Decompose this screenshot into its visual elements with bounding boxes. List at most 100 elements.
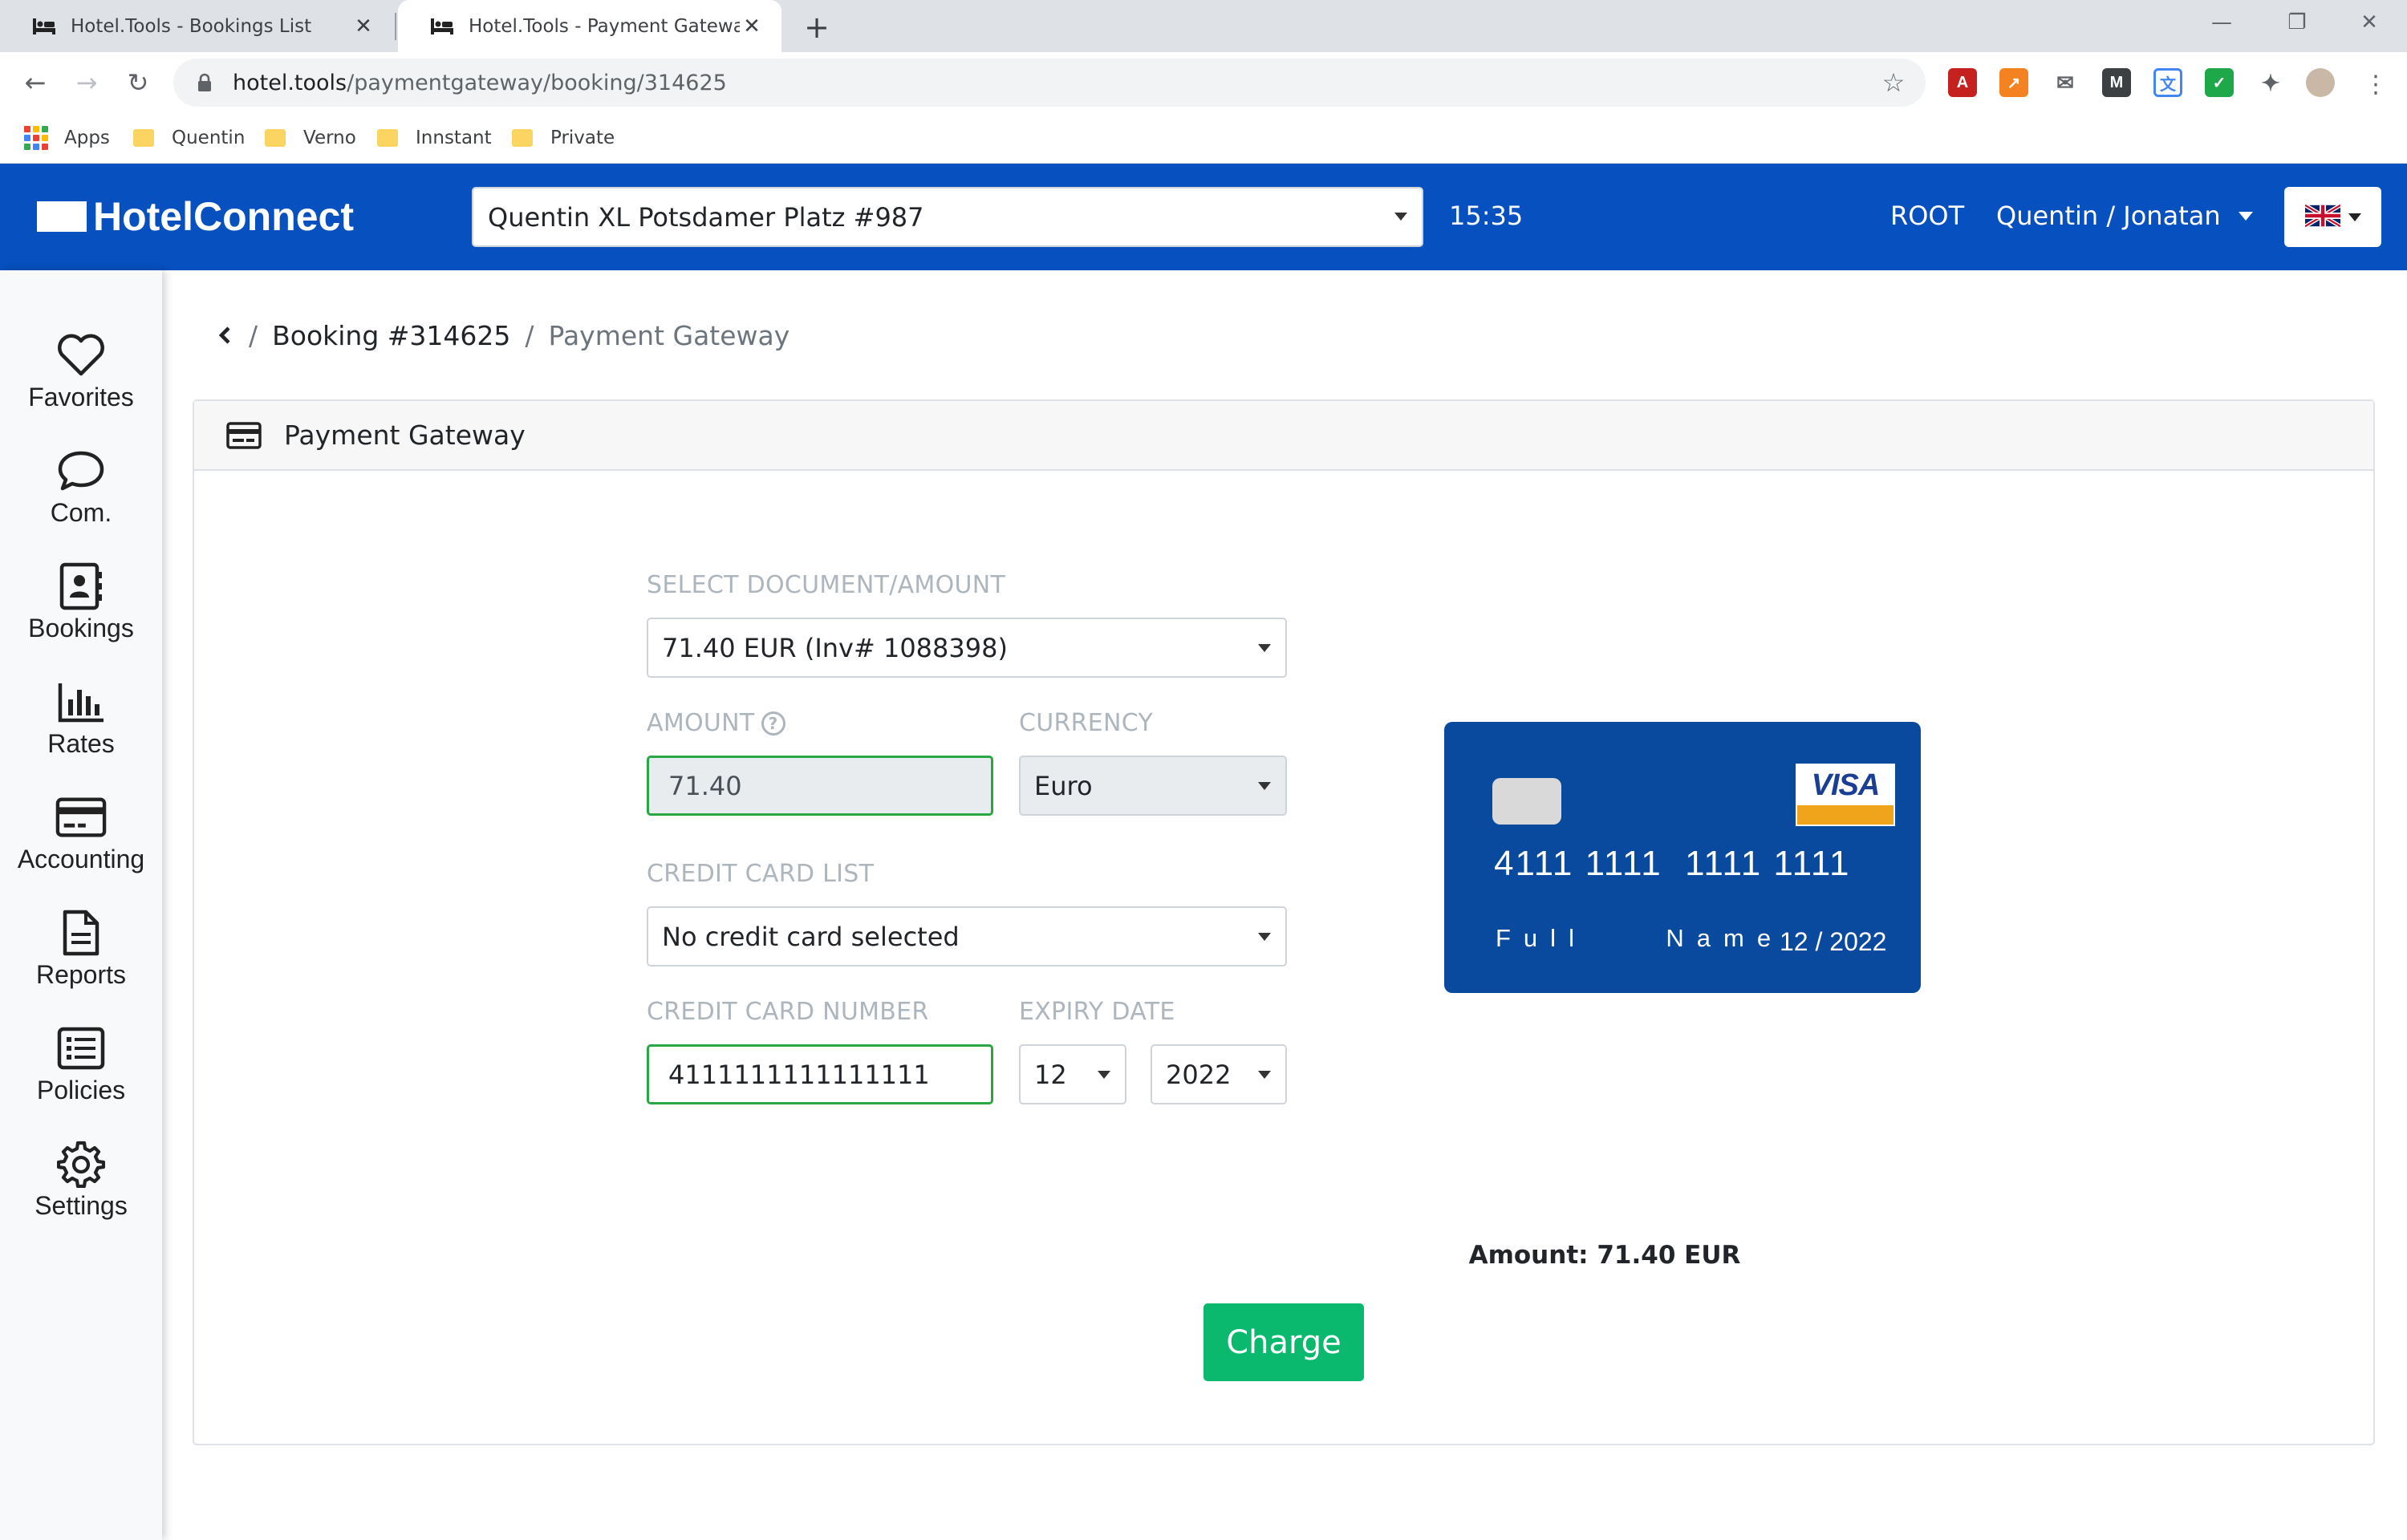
breadcrumb-current: Payment Gateway	[548, 319, 790, 351]
amount-input[interactable]: 71.40	[647, 756, 993, 816]
url-text: hotel.tools/paymentgateway/booking/31462…	[233, 70, 727, 95]
bookmark-innstant[interactable]: Innstant	[377, 122, 492, 154]
translate-extension-icon[interactable]: 文	[2153, 68, 2182, 97]
chevron-left-icon[interactable]	[217, 320, 234, 351]
restore-window-icon[interactable]: ❐	[2277, 6, 2317, 38]
close-tab-icon[interactable]: ✕	[351, 14, 375, 38]
chart-extension-icon[interactable]: ↗	[1999, 68, 2028, 97]
breadcrumb-separator: /	[525, 319, 534, 351]
sidebar-item-rates[interactable]: Rates	[0, 673, 162, 777]
profile-avatar[interactable]	[2306, 68, 2335, 97]
credit-card-preview: VISA 4111 1111 1111 1111 Full Name 12 / …	[1444, 722, 1921, 993]
amount-label-text: AMOUNT	[647, 709, 755, 737]
language-select[interactable]	[2284, 187, 2381, 247]
lock-icon	[193, 71, 217, 95]
browser-tab-payment-gateway[interactable]: Hotel.Tools - Payment Gateway ✕	[398, 0, 781, 52]
sidebar-item-accounting[interactable]: Accounting	[0, 788, 162, 893]
amount-summary: Amount: 71.40 EUR	[1468, 1241, 1741, 1270]
expiry-label: EXPIRY DATE	[1019, 998, 1175, 1026]
mail-extension-icon[interactable]: ✉	[2051, 68, 2080, 97]
bookmark-private[interactable]: Private	[512, 122, 615, 154]
caret-down-icon	[2238, 211, 2253, 221]
logo-mark-icon	[37, 201, 87, 232]
expiry-year-select[interactable]: 2022	[1151, 1044, 1287, 1104]
bed-icon	[32, 14, 56, 38]
back-icon[interactable]: ←	[16, 63, 55, 102]
sidebar-item-settings[interactable]: Settings	[0, 1135, 162, 1239]
currency-select-value: Euro	[1034, 770, 1093, 801]
currency-select[interactable]: Euro	[1019, 756, 1287, 816]
bar-chart-icon	[55, 676, 107, 727]
credit-card-number-input[interactable]: 4111111111111111	[647, 1044, 993, 1104]
card-preview-number: 4111 1111 1111 1111	[1494, 844, 1851, 883]
bookmark-quentin[interactable]: Quentin	[133, 122, 245, 154]
browser-toolbar: ← → ↻ hotel.tools/paymentgateway/booking…	[0, 52, 2407, 114]
pdf-extension-icon[interactable]: A	[1948, 68, 1977, 97]
caret-down-icon	[1258, 782, 1271, 790]
breadcrumb-booking-link[interactable]: Booking #314625	[272, 320, 510, 351]
hotelconnect-logo[interactable]: HotelConnect	[37, 192, 354, 241]
charge-button[interactable]: Charge	[1204, 1303, 1364, 1381]
root-link[interactable]: ROOT	[1890, 201, 1964, 231]
logo-text: HotelConnect	[93, 194, 354, 239]
forward-icon[interactable]: →	[67, 63, 106, 102]
credit-card-list-select[interactable]: No credit card selected	[647, 906, 1287, 967]
bookmark-star-icon[interactable]: ☆	[1881, 70, 1906, 95]
sidebar: Favorites Com. Bookings Rates Accounting…	[0, 270, 162, 1540]
sidebar-item-label: Policies	[36, 1076, 126, 1104]
credit-card-icon	[55, 792, 107, 843]
browser-tab-bar: Hotel.Tools - Bookings List ✕ Hotel.Tool…	[0, 0, 2407, 52]
address-bar[interactable]: hotel.tools/paymentgateway/booking/31462…	[173, 59, 1926, 107]
breadcrumb: / Booking #314625 / Payment Gateway	[217, 319, 789, 351]
expiry-month-select[interactable]: 12	[1019, 1044, 1126, 1104]
sidebar-item-com[interactable]: Com.	[0, 442, 162, 546]
m-extension-icon[interactable]: M	[2102, 68, 2131, 97]
sidebar-item-bookings[interactable]: Bookings	[0, 557, 162, 662]
caret-down-icon	[1258, 644, 1271, 652]
browser-menu-icon[interactable]: ⋮	[2364, 68, 2388, 100]
bookmark-label: Quentin	[172, 128, 246, 148]
reload-icon[interactable]: ↻	[119, 63, 157, 102]
help-icon[interactable]: ?	[761, 711, 785, 736]
sidebar-item-label: Favorites	[28, 383, 134, 411]
bookmark-label: Apps	[64, 128, 110, 148]
sidebar-item-favorites[interactable]: Favorites	[0, 326, 162, 431]
puzzle-extensions-icon[interactable]: ✦	[2256, 68, 2285, 97]
minimize-window-icon[interactable]: —	[2202, 6, 2242, 38]
tab-title: Hotel.Tools - Payment Gateway	[469, 15, 740, 37]
bookmarks-bar: Apps Quentin Verno Innstant Private	[0, 114, 2407, 164]
visa-logo-text: VISA	[1797, 765, 1894, 805]
card-header: Payment Gateway	[194, 401, 2373, 471]
tab-divider	[395, 13, 396, 40]
bookmark-apps[interactable]: Apps	[24, 122, 110, 154]
close-window-icon[interactable]: ✕	[2349, 6, 2389, 38]
user-menu[interactable]: Quentin / Jonatan	[1996, 201, 2253, 231]
user-name: Quentin / Jonatan	[1996, 201, 2221, 231]
sidebar-item-reports[interactable]: Reports	[0, 904, 162, 1008]
new-tab-button[interactable]: +	[801, 10, 833, 45]
cc-list-label: CREDIT CARD LIST	[647, 860, 875, 888]
caret-down-icon	[1258, 933, 1271, 941]
sidebar-item-label: Bookings	[28, 614, 134, 642]
hotel-select[interactable]: Quentin XL Potsdamer Platz #987	[472, 187, 1423, 247]
hotel-select-value: Quentin XL Potsdamer Platz #987	[488, 201, 924, 233]
cc-number-label: CREDIT CARD NUMBER	[647, 998, 929, 1026]
sidebar-item-label: Com.	[50, 498, 112, 527]
bookmark-label: Private	[550, 128, 615, 148]
sidebar-item-policies[interactable]: Policies	[0, 1019, 162, 1124]
close-tab-icon[interactable]: ✕	[740, 14, 764, 38]
caret-down-icon	[1098, 1071, 1110, 1079]
folder-icon	[133, 129, 154, 147]
currency-label: CURRENCY	[1019, 709, 1154, 737]
bookmark-verno[interactable]: Verno	[265, 122, 356, 154]
check-extension-icon[interactable]: ✓	[2205, 68, 2234, 97]
caret-down-icon	[2348, 213, 2361, 221]
document-select[interactable]: 71.40 EUR (Inv# 1088398)	[647, 618, 1287, 678]
tab-title: Hotel.Tools - Bookings List	[71, 15, 312, 37]
payment-card-icon	[226, 421, 262, 449]
browser-tab-bookings-list[interactable]: Hotel.Tools - Bookings List ✕	[0, 0, 393, 52]
payment-gateway-card: Payment Gateway SELECT DOCUMENT/AMOUNT 7…	[193, 399, 2375, 1445]
folder-icon	[265, 129, 286, 147]
expiry-month-value: 12	[1034, 1059, 1067, 1090]
uk-flag-icon	[2303, 203, 2341, 230]
